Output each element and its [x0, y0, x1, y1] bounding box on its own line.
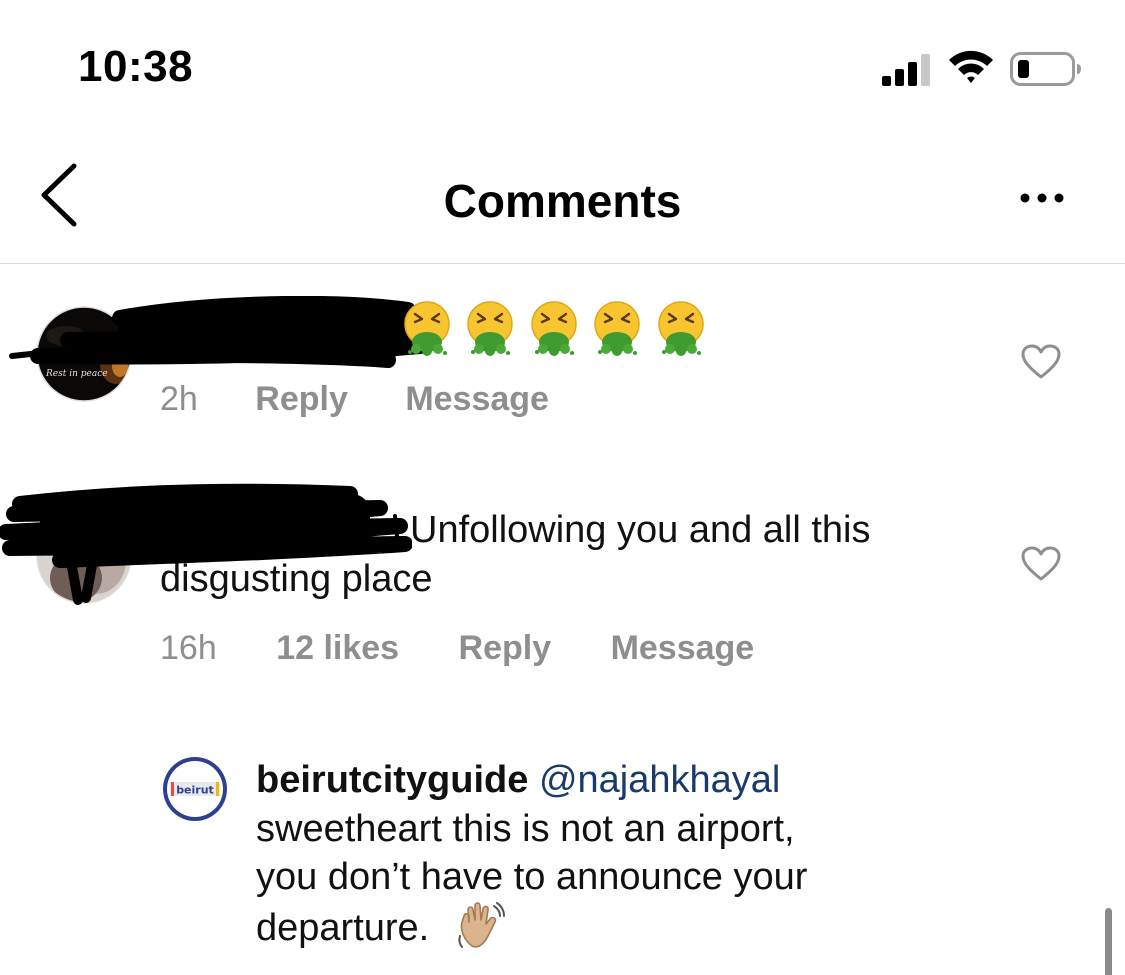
nauseated-face-icon [594, 301, 641, 356]
status-time: 10:38 [78, 42, 194, 91]
reply-text: departure. 👋🏼 [256, 900, 506, 953]
header-divider [0, 263, 1125, 264]
comment-time: 2h [160, 380, 198, 418]
comment-emojis: 🤮🤮🤮🤮🤮 [402, 300, 715, 360]
avatar[interactable]: beirut [162, 756, 228, 822]
comment-time: 16h [160, 629, 217, 667]
message-button[interactable]: Message [611, 629, 755, 668]
reply-button[interactable]: Reply [459, 629, 552, 668]
comments-screen: 10:38 Comments Rest in peace 2h Reply Me… [0, 0, 1125, 975]
nauseated-face-icon [658, 301, 704, 356]
comment-text: disgusting place [160, 558, 433, 600]
like-heart-icon[interactable] [1021, 344, 1061, 380]
comment-text: Unfollowing you and all this [410, 509, 871, 551]
avatar[interactable] [36, 508, 132, 604]
waving-hand-icon [458, 902, 505, 948]
nauseated-face-icon [404, 301, 450, 356]
more-options-button[interactable] [1012, 180, 1072, 216]
message-button[interactable]: Message [405, 380, 549, 419]
comment-emoji-text: 🤮🤮🤮🤮🤮 [715, 300, 716, 301]
like-heart-icon[interactable] [1021, 546, 1061, 582]
cellular-signal-icon [882, 54, 930, 86]
battery-icon [1010, 52, 1081, 86]
ellipsis-icon [1020, 193, 1064, 203]
nauseated-face-icon [531, 301, 577, 356]
wifi-icon [949, 50, 993, 83]
comment-meta: 16h 12 likes Reply Message [160, 629, 754, 668]
likes-count[interactable]: 12 likes [276, 629, 399, 668]
reply-mention[interactable]: @najahkhayal [539, 759, 780, 801]
reply-text: sweetheart this is not an airport, [256, 808, 795, 850]
scrollbar[interactable] [1105, 908, 1112, 975]
avatar-caption: Rest in peace [45, 369, 108, 379]
page-title: Comments [443, 175, 682, 227]
reply-username[interactable]: beirutcityguide [256, 759, 528, 801]
comment-meta: 2h Reply Message [160, 380, 549, 419]
nauseated-face-icon [467, 301, 514, 356]
reply-text-last: departure. [256, 907, 430, 949]
reply-first-line: beirutcityguide @najahkhayal [256, 756, 780, 805]
avatar-caption: beirut [176, 784, 214, 797]
reply-text: you don’t have to announce your [256, 856, 808, 898]
reply-button[interactable]: Reply [255, 380, 348, 419]
avatar[interactable]: Rest in peace [36, 306, 132, 402]
